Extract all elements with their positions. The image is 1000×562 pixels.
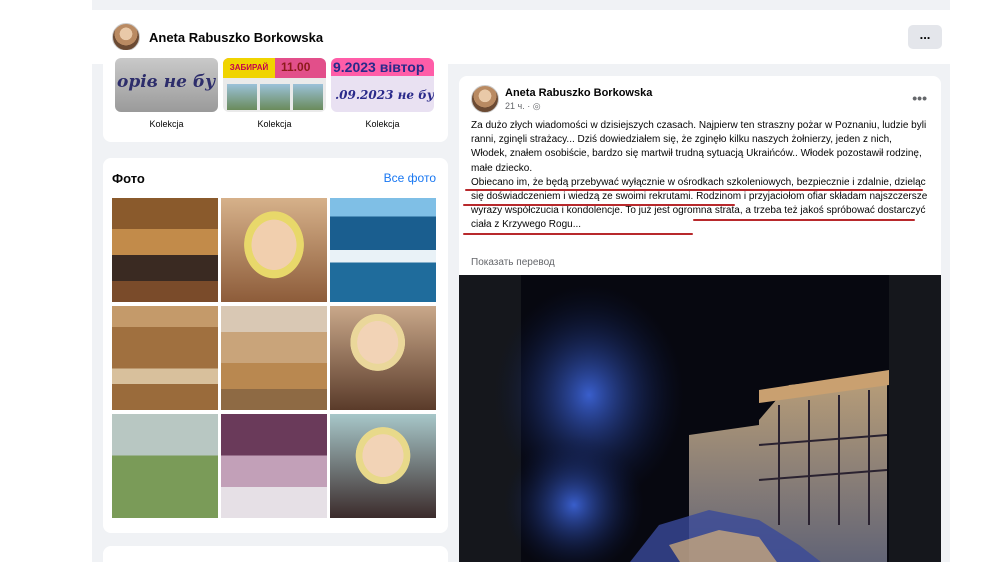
collection-item[interactable]: 9.2023 вівтор .09.2023 не буде Kolekcja	[331, 58, 434, 129]
highlight-underline	[463, 233, 693, 235]
translate-link[interactable]: Показать перевод	[471, 257, 555, 268]
highlight-underline	[693, 219, 915, 221]
photo-thumbnail[interactable]	[112, 306, 218, 410]
collection-thumbnail[interactable]: ЗАБИРАЙ 11.00	[223, 58, 326, 112]
post-text: Za dużo złych wiadomości w dzisiejszych …	[471, 119, 929, 233]
photo-thumbnail[interactable]	[112, 198, 218, 302]
highlight-underline	[465, 189, 923, 191]
thumbnail-sticker: ЗАБИРАЙ	[223, 58, 275, 78]
thumbnail-text: 9.2023 вівтор	[333, 59, 425, 75]
collection-thumbnail[interactable]: орів не бу	[115, 58, 218, 112]
photo-thumbnail[interactable]	[221, 414, 327, 518]
post-author-avatar[interactable]	[471, 85, 499, 113]
thumbnail-text: 11.00	[281, 60, 311, 74]
collection-thumbnail[interactable]: 9.2023 вівтор .09.2023 не буде	[331, 58, 434, 112]
collections-card: орів не бу Kolekcja ЗАБИРАЙ 11.00 Kolekc…	[103, 50, 448, 142]
post-card: Aneta Rabuszko Borkowska 21 ч. · ◎ ••• Z…	[459, 76, 941, 562]
thumbnail-text: .09.2023 не буде	[335, 88, 434, 102]
photo-thumbnail[interactable]	[330, 414, 436, 518]
post-author-name[interactable]: Aneta Rabuszko Borkowska	[505, 87, 652, 99]
profile-avatar[interactable]	[112, 23, 140, 51]
next-card	[103, 546, 448, 562]
all-photos-link[interactable]: Все фото	[384, 171, 436, 185]
thumbnail-photo	[260, 84, 290, 110]
thumbnail-text: орів не бу	[117, 72, 216, 92]
collection-item[interactable]: ЗАБИРАЙ 11.00 Kolekcja	[223, 58, 326, 129]
photo-thumbnail[interactable]	[330, 198, 436, 302]
photos-card: Фото Все фото	[103, 158, 448, 533]
post-image[interactable]	[459, 275, 941, 562]
collection-label: Kolekcja	[365, 119, 400, 129]
photos-title: Фото	[112, 171, 145, 186]
photo-thumbnail[interactable]	[221, 306, 327, 410]
highlight-underline	[463, 204, 735, 206]
more-options-button[interactable]: ...	[908, 25, 942, 49]
post-paragraph: Za dużo złych wiadomości w dzisiejszych …	[471, 120, 927, 174]
photo-thumbnail[interactable]	[112, 414, 218, 518]
collection-label: Kolekcja	[257, 119, 292, 129]
collection-item[interactable]: орів не бу Kolekcja	[115, 58, 218, 129]
photo-thumbnail[interactable]	[221, 198, 327, 302]
post-timestamp[interactable]: 21 ч. · ◎	[505, 101, 541, 112]
thumbnail-photo	[293, 84, 323, 110]
collection-label: Kolekcja	[149, 119, 184, 129]
destroyed-building-photo	[459, 275, 941, 562]
photo-thumbnail[interactable]	[330, 306, 436, 410]
profile-name[interactable]: Aneta Rabuszko Borkowska	[149, 30, 323, 45]
thumbnail-photo	[227, 84, 257, 110]
more-dots-icon[interactable]: •••	[912, 90, 927, 106]
